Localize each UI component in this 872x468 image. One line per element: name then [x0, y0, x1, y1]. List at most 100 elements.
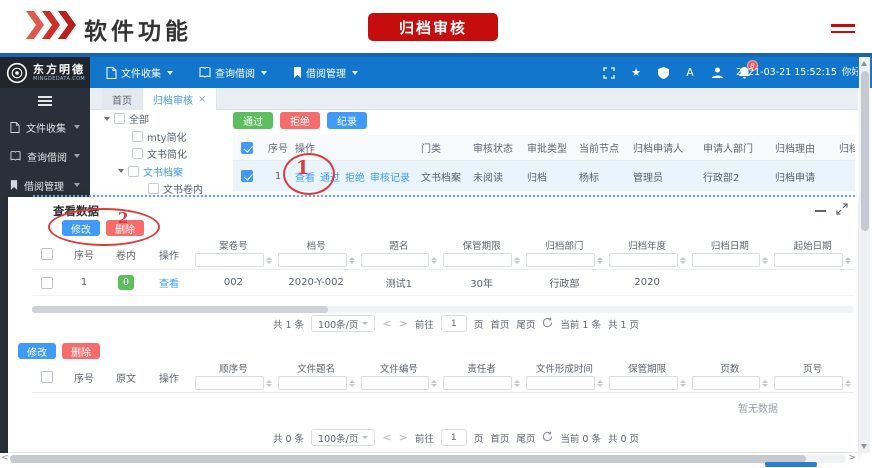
- scroll-down-icon[interactable]: [861, 444, 867, 449]
- filter-input[interactable]: [774, 253, 843, 267]
- refresh-icon[interactable]: [542, 317, 553, 331]
- page-number-input[interactable]: [441, 429, 467, 446]
- shield-icon[interactable]: [656, 66, 670, 80]
- first-page-link[interactable]: 首页: [490, 317, 509, 331]
- sort-icon[interactable]: [266, 257, 272, 264]
- filter-input[interactable]: [195, 376, 264, 390]
- tree-expand-icon[interactable]: [118, 169, 124, 173]
- reject-link[interactable]: 拒绝: [345, 169, 365, 184]
- next-page-button[interactable]: >: [399, 431, 408, 444]
- tree-node-doc-archive[interactable]: 文书档案: [104, 163, 230, 181]
- scrollbar-thumb[interactable]: [32, 306, 328, 313]
- filter-input[interactable]: [195, 253, 264, 267]
- reject-button[interactable]: 拒绝: [280, 112, 320, 129]
- tree-node-all[interactable]: 全部: [104, 110, 230, 128]
- delete-button[interactable]: 删除: [62, 343, 100, 359]
- sidebar-item-file-collect[interactable]: 文件收集: [0, 113, 90, 142]
- sort-icon[interactable]: [680, 380, 686, 387]
- scroll-up-icon[interactable]: [861, 61, 867, 66]
- fullscreen-icon[interactable]: [602, 66, 616, 80]
- filter-input[interactable]: [361, 253, 430, 267]
- sort-icon[interactable]: [349, 380, 355, 387]
- page-size-select[interactable]: 100条/页: [311, 315, 375, 332]
- table-horizontal-scrollbar[interactable]: [32, 306, 854, 313]
- record-button[interactable]: 纪录: [327, 112, 367, 129]
- tree-checkbox[interactable]: [132, 148, 143, 159]
- tab-home[interactable]: 首页: [102, 88, 143, 110]
- minimize-icon[interactable]: [815, 210, 826, 212]
- prev-page-button[interactable]: <: [382, 431, 391, 444]
- approve-link[interactable]: 通过: [320, 169, 340, 184]
- filter-input[interactable]: [526, 376, 595, 390]
- volume-table-row[interactable]: 1 0 查看 002 2020-Y-002 测试1 30年 行政部 2020: [32, 270, 854, 296]
- page-size-select[interactable]: 100条/页: [311, 429, 375, 446]
- refresh-icon[interactable]: [542, 431, 553, 445]
- sort-icon[interactable]: [349, 257, 355, 264]
- user-icon[interactable]: [710, 66, 724, 80]
- last-page-link[interactable]: 尾页: [516, 317, 535, 331]
- sort-icon[interactable]: [680, 257, 686, 264]
- sort-icon[interactable]: [431, 257, 437, 264]
- app-logo[interactable]: 东方明德 MINGDEDATA.COM: [0, 57, 90, 88]
- menu-item-borrow-manage[interactable]: 借阅管理: [293, 65, 358, 80]
- tree-checkbox[interactable]: [132, 131, 143, 142]
- tree-checkbox[interactable]: [114, 113, 125, 124]
- sort-icon[interactable]: [762, 257, 768, 264]
- sort-icon[interactable]: [845, 257, 851, 264]
- sort-icon[interactable]: [845, 380, 851, 387]
- edit-button[interactable]: 修改: [62, 220, 100, 236]
- menu-item-query-borrow[interactable]: 查询借阅: [199, 65, 267, 80]
- filter-input[interactable]: [609, 253, 678, 267]
- vertical-scrollbar[interactable]: [859, 57, 870, 453]
- filter-input[interactable]: [443, 376, 512, 390]
- filter-input[interactable]: [361, 376, 430, 390]
- tree-expand-icon[interactable]: [104, 117, 110, 121]
- scrollbar-thumb[interactable]: [10, 455, 806, 463]
- filter-input[interactable]: [443, 253, 512, 267]
- approve-button[interactable]: 通过: [233, 112, 273, 129]
- row-checkbox[interactable]: [241, 170, 253, 182]
- tree-node-doc-simplified[interactable]: 文书简化: [104, 145, 230, 163]
- filter-input[interactable]: [692, 376, 761, 390]
- expand-icon[interactable]: [836, 203, 848, 218]
- sidebar-item-query-borrow[interactable]: 查询借阅: [0, 142, 90, 171]
- select-all-checkbox[interactable]: [41, 248, 53, 260]
- scroll-left-icon[interactable]: <: [1, 453, 9, 464]
- last-page-link[interactable]: 尾页: [516, 431, 535, 445]
- filter-input[interactable]: [526, 253, 595, 267]
- filter-input[interactable]: [692, 253, 761, 267]
- header-greeting[interactable]: 你好 部门负责人: [842, 67, 858, 78]
- menu-item-file-collect[interactable]: 文件收集: [106, 65, 173, 80]
- edit-button[interactable]: 修改: [18, 343, 56, 359]
- sort-icon[interactable]: [514, 380, 520, 387]
- first-page-link[interactable]: 首页: [490, 431, 509, 445]
- review-table-row[interactable]: 1 查看 通过 拒绝 审核记录 文书档案 未阅读 归档 杨标 管理员 行政部2 …: [233, 161, 855, 191]
- sort-icon[interactable]: [762, 380, 768, 387]
- filter-input[interactable]: [609, 376, 678, 390]
- next-page-button[interactable]: >: [399, 317, 408, 330]
- sidebar-collapse-icon[interactable]: [38, 96, 52, 106]
- star-icon[interactable]: ★: [629, 66, 643, 80]
- sort-icon[interactable]: [597, 380, 603, 387]
- row-checkbox[interactable]: [41, 277, 53, 289]
- tree-node-mty[interactable]: mty简化: [104, 128, 230, 146]
- font-size-icon[interactable]: A: [683, 66, 697, 80]
- view-link[interactable]: 查看: [159, 275, 179, 290]
- tab-archive-review[interactable]: 归档审核 ×: [143, 88, 217, 110]
- sort-icon[interactable]: [514, 257, 520, 264]
- sort-icon[interactable]: [597, 257, 603, 264]
- tree-checkbox[interactable]: [128, 166, 139, 177]
- page-number-input[interactable]: [441, 315, 467, 332]
- select-all-checkbox[interactable]: [241, 142, 253, 154]
- review-record-link[interactable]: 审核记录: [370, 169, 410, 184]
- sort-icon[interactable]: [431, 380, 437, 387]
- slide-menu-icon[interactable]: [831, 24, 855, 37]
- filter-input[interactable]: [278, 376, 347, 390]
- filter-input[interactable]: [278, 253, 347, 267]
- scrollbar-thumb[interactable]: [861, 71, 869, 231]
- tree-checkbox[interactable]: [148, 183, 159, 194]
- close-icon[interactable]: ×: [198, 94, 206, 105]
- horizontal-scrollbar[interactable]: < >: [0, 453, 858, 464]
- filter-input[interactable]: [774, 376, 843, 390]
- scroll-right-icon[interactable]: >: [848, 453, 856, 464]
